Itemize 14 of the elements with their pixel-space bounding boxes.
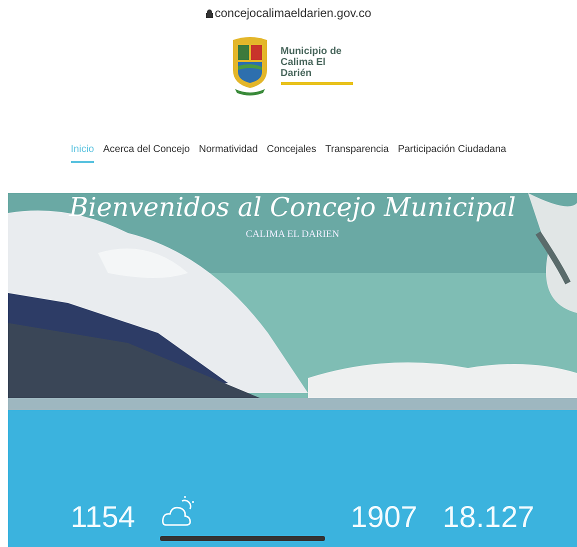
nav-link[interactable]: Acerca del Concejo [103,144,190,163]
nav-link[interactable]: Concejales [266,144,316,163]
hero-title: Bienvenidos al Concejo Municipal [69,193,516,223]
url-text: concejocalimaeldarien.gov.co [214,6,372,20]
stat-number: 1907 [350,501,418,535]
cloud-sun-icon [160,493,196,529]
logo-text: Municipio de Calima El Darién [280,46,352,84]
nav-link[interactable]: Normatividad [198,144,258,163]
stat-number: 18.127 [442,501,534,535]
stat-number: 1154 [70,501,136,535]
hero-subtitle: CALIMA EL DARIEN [246,229,340,240]
lock-icon [206,8,213,18]
nav-link[interactable]: Transparencia [325,144,389,163]
nav-link[interactable]: Participación Ciudadana [398,144,506,163]
